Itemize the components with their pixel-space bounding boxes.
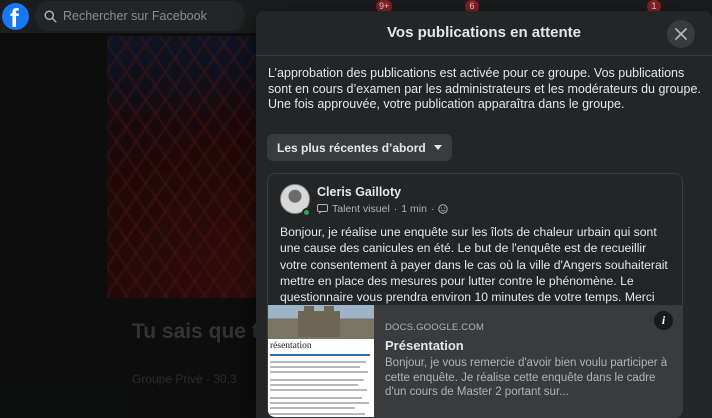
post-time[interactable]: 1 min bbox=[401, 203, 427, 215]
link-body: DOCS.GOOGLE.COM Présentation Bonjour, je… bbox=[385, 322, 677, 400]
talent-badge-icon bbox=[317, 204, 328, 214]
author-badge: Talent visuel bbox=[332, 203, 390, 215]
search-icon bbox=[44, 9, 57, 23]
close-icon bbox=[675, 28, 687, 40]
author-name[interactable]: Cleris Gailloty bbox=[317, 185, 401, 199]
approval-info-text: L’approbation des publications est activ… bbox=[268, 66, 701, 111]
post-text: Bonjour, je réalise une enquête sur les … bbox=[280, 225, 668, 305]
search-placeholder: Rechercher sur Facebook bbox=[63, 9, 207, 23]
close-button[interactable] bbox=[667, 20, 695, 48]
globe-icon bbox=[438, 204, 449, 214]
pending-post-card: Cleris Gailloty Talent visuel · 1 min · … bbox=[267, 173, 683, 418]
pending-posts-dialog: Vos publications en attente L’approbatio… bbox=[256, 11, 712, 418]
link-domain: DOCS.GOOGLE.COM bbox=[385, 322, 485, 333]
dialog-header: Vos publications en attente bbox=[256, 11, 712, 56]
facebook-logo-icon[interactable]: f bbox=[2, 3, 29, 30]
link-title[interactable]: Présentation bbox=[385, 338, 677, 353]
caret-down-icon bbox=[433, 145, 442, 150]
link-thumbnail: résentation bbox=[268, 305, 374, 417]
sort-label: Les plus récentes d’abord bbox=[277, 140, 426, 155]
post-meta: Talent visuel · 1 min · bbox=[317, 203, 449, 215]
info-icon[interactable]: i bbox=[654, 311, 673, 330]
dialog-title: Vos publications en attente bbox=[387, 24, 581, 41]
online-status-icon bbox=[302, 208, 311, 217]
link-description: Bonjour, je vous remercie d'avoir bien v… bbox=[385, 357, 668, 398]
sort-dropdown[interactable]: Les plus récentes d’abord bbox=[267, 134, 452, 161]
search-input[interactable]: Rechercher sur Facebook bbox=[35, 1, 245, 31]
thumbnail-doc-title: résentation bbox=[270, 341, 312, 351]
link-preview[interactable]: résentation DOCS.GOOGLE.COM Présentation… bbox=[268, 305, 682, 417]
